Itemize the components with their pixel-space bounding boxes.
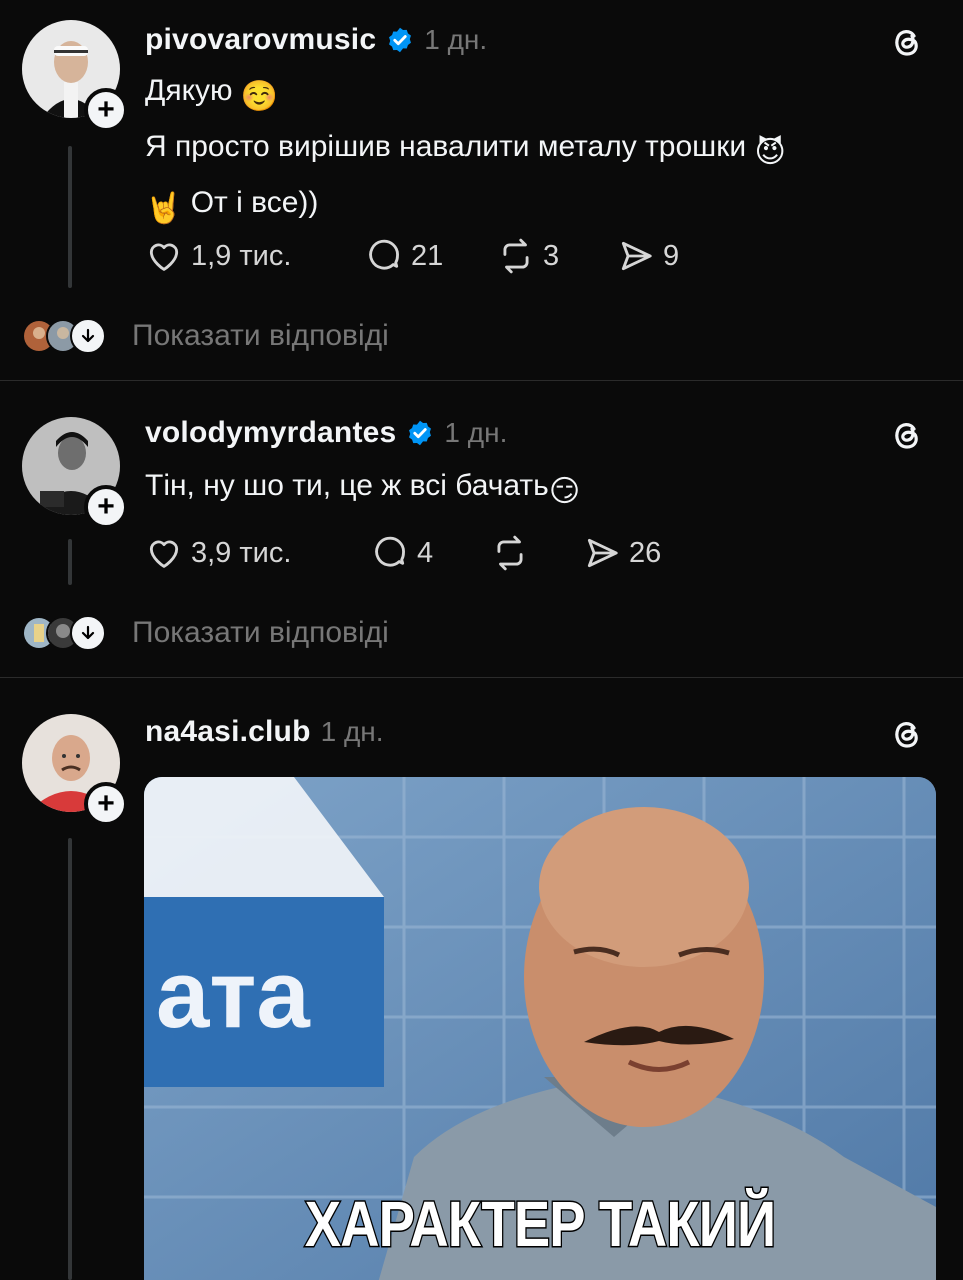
thread-line xyxy=(68,539,72,585)
avatar-wrap[interactable]: + xyxy=(22,20,128,132)
comment-icon xyxy=(369,239,399,270)
smirk-emoji: 😏 xyxy=(548,475,581,508)
threads-logo-icon[interactable] xyxy=(887,714,927,754)
share-count: 9 xyxy=(663,239,680,272)
follow-plus-icon[interactable]: + xyxy=(84,485,128,529)
post-line: Я просто вирішив навалити металу трошки xyxy=(145,130,747,163)
meme-image[interactable]: ата ХАРАКТЕР ТАКИЙ xyxy=(144,777,936,1280)
avatar-wrap[interactable]: + xyxy=(22,714,128,826)
like-count: 1,9 тис. xyxy=(191,239,292,272)
post-body: Дякую ☺️ Я просто вирішив навалити метал… xyxy=(145,66,905,234)
heart-icon xyxy=(149,540,179,568)
threads-logo-icon[interactable] xyxy=(887,415,927,455)
comment-count: 21 xyxy=(411,239,444,272)
follow-plus-icon[interactable]: + xyxy=(84,88,128,132)
like-button[interactable]: 3,9 тис. xyxy=(145,534,371,572)
chevron-down-icon[interactable] xyxy=(70,615,106,651)
threads-logo-icon[interactable] xyxy=(887,22,927,62)
post-volodymyrdantes[interactable]: + volodymyrdantes 1 дн. Тін, ну шо ти, ц… xyxy=(0,381,963,677)
post-header: pivovarovmusic 1 дн. xyxy=(145,20,487,60)
share-button[interactable]: 9 xyxy=(617,237,679,275)
post-line: От і все)) xyxy=(190,186,319,219)
threads-feed: + pivovarovmusic 1 дн. Дякую ☺️ Я просто… xyxy=(0,0,963,1280)
post-body: Тін, ну шо ти, це ж всі бачать😏 xyxy=(145,461,905,517)
username[interactable]: na4asi.club xyxy=(145,715,311,749)
share-button[interactable]: 26 xyxy=(583,534,661,572)
repost-icon xyxy=(503,238,529,274)
verified-icon xyxy=(409,420,432,446)
show-replies-row[interactable]: Показати відповіді xyxy=(22,316,389,356)
meme-background-text: ата xyxy=(156,941,310,1048)
share-icon xyxy=(621,241,652,271)
show-replies-row[interactable]: Показати відповіді xyxy=(22,613,389,653)
action-bar: 3,9 тис. 4 26 xyxy=(145,531,661,575)
comment-button[interactable]: 4 xyxy=(371,534,491,572)
timestamp: 1 дн. xyxy=(320,716,384,747)
action-bar: 1,9 тис. 21 3 9 xyxy=(145,234,679,278)
show-replies-link[interactable]: Показати відповіді xyxy=(132,616,389,650)
timestamp: 1 дн. xyxy=(424,24,488,55)
share-icon xyxy=(587,538,618,568)
post-header: na4asi.club 1 дн. xyxy=(145,712,384,752)
comment-icon xyxy=(375,536,405,567)
rock-hand-emoji: 🤘 xyxy=(145,192,183,225)
verified-icon xyxy=(389,27,412,53)
comment-count: 4 xyxy=(417,536,434,569)
username[interactable]: volodymyrdantes xyxy=(145,416,396,450)
comment-button[interactable]: 21 xyxy=(365,237,497,275)
timestamp: 1 дн. xyxy=(444,417,508,448)
like-count: 3,9 тис. xyxy=(191,536,292,569)
follow-plus-icon[interactable]: + xyxy=(84,782,128,826)
post-header: volodymyrdantes 1 дн. xyxy=(145,413,507,453)
post-line: Дякую xyxy=(145,74,233,107)
show-replies-link[interactable]: Показати відповіді xyxy=(132,319,389,353)
post-line: Тін, ну шо ти, це ж всі бачать xyxy=(145,469,549,502)
repost-button[interactable]: 3 xyxy=(497,237,617,275)
thread-line xyxy=(68,146,72,288)
meme-caption: ХАРАКТЕР ТАКИЙ xyxy=(304,1187,778,1262)
post-pivovarovmusic[interactable]: + pivovarovmusic 1 дн. Дякую ☺️ Я просто… xyxy=(0,0,963,380)
heart-icon xyxy=(149,243,179,271)
avatar-wrap[interactable]: + xyxy=(22,417,128,529)
username[interactable]: pivovarovmusic xyxy=(145,23,376,57)
repost-count: 3 xyxy=(543,239,560,272)
thread-line xyxy=(68,838,72,1280)
like-button[interactable]: 1,9 тис. xyxy=(145,237,365,275)
repost-button[interactable] xyxy=(491,534,583,572)
chevron-down-icon[interactable] xyxy=(70,318,106,354)
devil-emoji: 😈 xyxy=(754,136,786,169)
share-count: 26 xyxy=(629,536,662,569)
smiling-face-emoji: ☺️ xyxy=(240,80,279,113)
repost-icon xyxy=(497,535,523,571)
